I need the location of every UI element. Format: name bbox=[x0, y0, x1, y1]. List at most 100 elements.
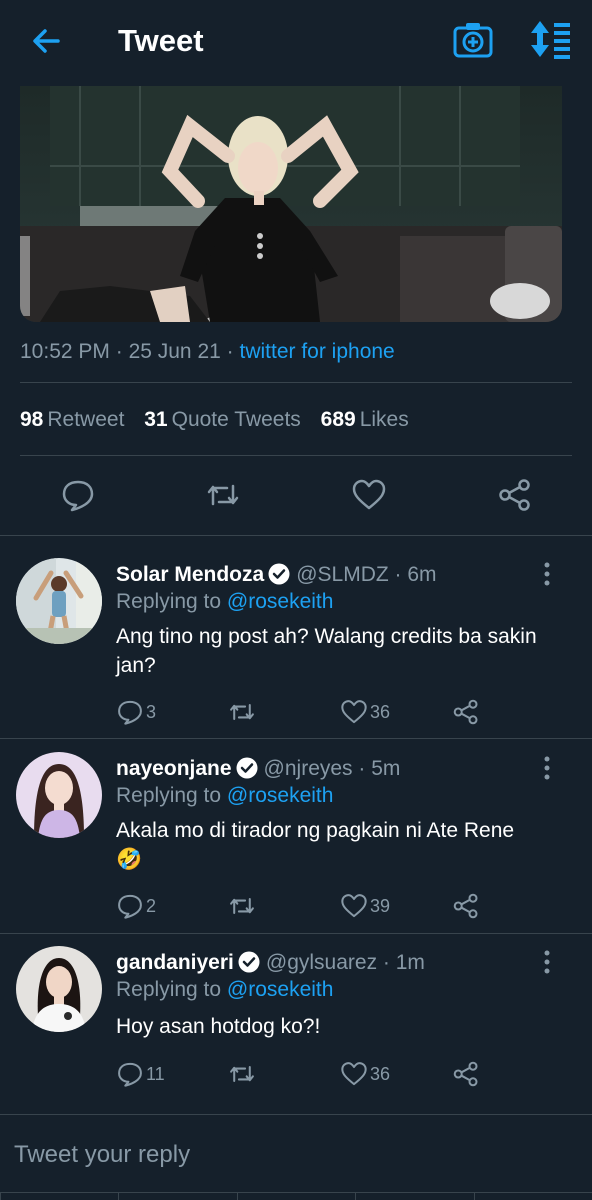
divider bbox=[20, 455, 572, 456]
comment-icon bbox=[118, 1063, 142, 1087]
verified-badge-icon bbox=[268, 563, 290, 585]
page-title: Tweet bbox=[118, 23, 204, 58]
replying-to-label: Replying to bbox=[116, 784, 227, 807]
likes-label: Likes bbox=[359, 408, 409, 431]
arrow-left-icon[interactable] bbox=[28, 22, 66, 60]
avatar[interactable] bbox=[16, 752, 102, 838]
reply-count: 3 bbox=[146, 702, 157, 723]
more-vertical-icon[interactable] bbox=[540, 755, 554, 781]
reply-author: gandaniyeri @gylsuarez · 1m bbox=[116, 949, 425, 977]
share-icon[interactable] bbox=[497, 477, 533, 513]
avatar-image bbox=[16, 558, 102, 644]
retweets-label: Retweet bbox=[47, 408, 125, 431]
reply-text: Ang tino ng post ah? Walang credits ba s… bbox=[116, 625, 537, 677]
verified-badge-icon bbox=[238, 951, 260, 973]
heart-icon bbox=[341, 894, 367, 918]
reply-count: 2 bbox=[146, 896, 157, 917]
quotes-label: Quote Tweets bbox=[171, 408, 301, 431]
like-count: 39 bbox=[370, 896, 391, 917]
share-button[interactable] bbox=[452, 1058, 480, 1088]
reply-text: Hoy asan hotdog ko?! bbox=[116, 1015, 321, 1038]
replying-to-user-link[interactable]: @rosekeith bbox=[227, 590, 334, 613]
retweet-button[interactable] bbox=[228, 1058, 258, 1088]
reply-button[interactable]: 2 bbox=[116, 890, 156, 920]
divider bbox=[0, 1114, 592, 1115]
retweet-icon bbox=[230, 704, 254, 721]
heart-icon bbox=[341, 1062, 367, 1086]
comment-icon bbox=[118, 701, 142, 725]
reply-emoji: 🤣 bbox=[116, 848, 143, 871]
likes-count: 689 bbox=[320, 408, 356, 431]
avatar[interactable] bbox=[16, 558, 102, 644]
author-handle-time: @gylsuarez · 1m bbox=[265, 951, 425, 974]
comment-icon bbox=[118, 895, 142, 919]
reply-input[interactable]: Tweet your reply bbox=[14, 1138, 190, 1172]
reply-button[interactable]: 3 bbox=[116, 696, 156, 726]
meta-separator: · bbox=[109, 340, 129, 363]
reply-button[interactable]: 11 bbox=[116, 1058, 165, 1088]
divider bbox=[0, 535, 592, 536]
tweet-photo[interactable] bbox=[20, 86, 562, 322]
author-name[interactable]: Solar Mendoza bbox=[116, 563, 264, 586]
comment-icon[interactable] bbox=[60, 477, 96, 513]
author-handle-time: @njreyes · 5m bbox=[263, 757, 401, 780]
retweet-icon bbox=[230, 898, 254, 915]
replying-to-label: Replying to bbox=[116, 978, 227, 1001]
share-icon bbox=[453, 1061, 478, 1087]
reply-author: nayeonjane @njreyes · 5m bbox=[116, 755, 400, 783]
share-button[interactable] bbox=[452, 890, 480, 920]
replying-to-user-link[interactable]: @rosekeith bbox=[227, 978, 334, 1001]
divider bbox=[20, 382, 572, 383]
replying-to: Replying to @rosekeith bbox=[116, 976, 333, 1004]
like-button[interactable]: 36 bbox=[340, 1058, 390, 1088]
retweet-icon bbox=[230, 1066, 254, 1083]
like-button[interactable]: 39 bbox=[340, 890, 390, 920]
like-count: 36 bbox=[370, 702, 391, 723]
quotes-stat[interactable]: 31 Quote Tweets bbox=[144, 408, 301, 431]
reply-text-body: Akala mo di tirador ng pagkain ni Ate Re… bbox=[116, 819, 515, 842]
tweet-image bbox=[20, 86, 562, 322]
tweet-meta: 10:52 PM · 25 Jun 21 · twitter for iphon… bbox=[20, 338, 395, 366]
retweet-button[interactable] bbox=[228, 696, 258, 726]
like-count: 36 bbox=[370, 1064, 391, 1085]
reply-count: 11 bbox=[146, 1064, 165, 1085]
heart-icon bbox=[341, 700, 367, 724]
tweet-date: 25 Jun 21 bbox=[128, 340, 221, 363]
tweet-stats: 98 Retweet 31 Quote Tweets 689 Likes bbox=[20, 406, 409, 434]
verified-badge-icon bbox=[236, 757, 258, 779]
replying-to: Replying to @rosekeith bbox=[116, 782, 333, 810]
camera-plus-icon[interactable] bbox=[452, 20, 494, 60]
share-icon bbox=[453, 893, 478, 919]
avatar-image bbox=[16, 946, 102, 1032]
sort-icon[interactable] bbox=[528, 18, 572, 60]
more-vertical-icon[interactable] bbox=[540, 561, 554, 587]
likes-stat[interactable]: 689 Likes bbox=[321, 408, 409, 431]
retweet-icon[interactable] bbox=[205, 477, 241, 513]
more-vertical-icon[interactable] bbox=[540, 949, 554, 975]
bottom-bar bbox=[0, 1192, 592, 1200]
share-icon bbox=[453, 699, 478, 725]
replying-to: Replying to @rosekeith bbox=[116, 588, 333, 616]
reply-author: Solar Mendoza @SLMDZ · 6m bbox=[116, 561, 437, 589]
divider bbox=[0, 738, 592, 739]
replying-to-label: Replying to bbox=[116, 590, 227, 613]
like-button[interactable]: 36 bbox=[340, 696, 390, 726]
replying-to-user-link[interactable]: @rosekeith bbox=[227, 784, 334, 807]
quotes-count: 31 bbox=[144, 408, 168, 431]
heart-icon[interactable] bbox=[351, 477, 387, 513]
avatar[interactable] bbox=[16, 946, 102, 1032]
author-name[interactable]: nayeonjane bbox=[116, 757, 232, 780]
reply-text: Akala mo di tirador ng pagkain ni Ate Re… bbox=[116, 816, 556, 874]
avatar-image bbox=[16, 752, 102, 838]
divider bbox=[0, 933, 592, 934]
retweets-stat[interactable]: 98 Retweet bbox=[20, 408, 124, 431]
retweet-button[interactable] bbox=[228, 890, 258, 920]
author-name[interactable]: gandaniyeri bbox=[116, 951, 234, 974]
meta-separator: · bbox=[220, 340, 240, 363]
tweet-time: 10:52 PM bbox=[20, 340, 110, 363]
author-handle-time: @SLMDZ · 6m bbox=[296, 563, 437, 586]
tweet-source-link[interactable]: twitter for iphone bbox=[239, 340, 394, 363]
retweets-count: 98 bbox=[20, 408, 44, 431]
top-bar: Tweet bbox=[0, 0, 592, 84]
share-button[interactable] bbox=[452, 696, 480, 726]
